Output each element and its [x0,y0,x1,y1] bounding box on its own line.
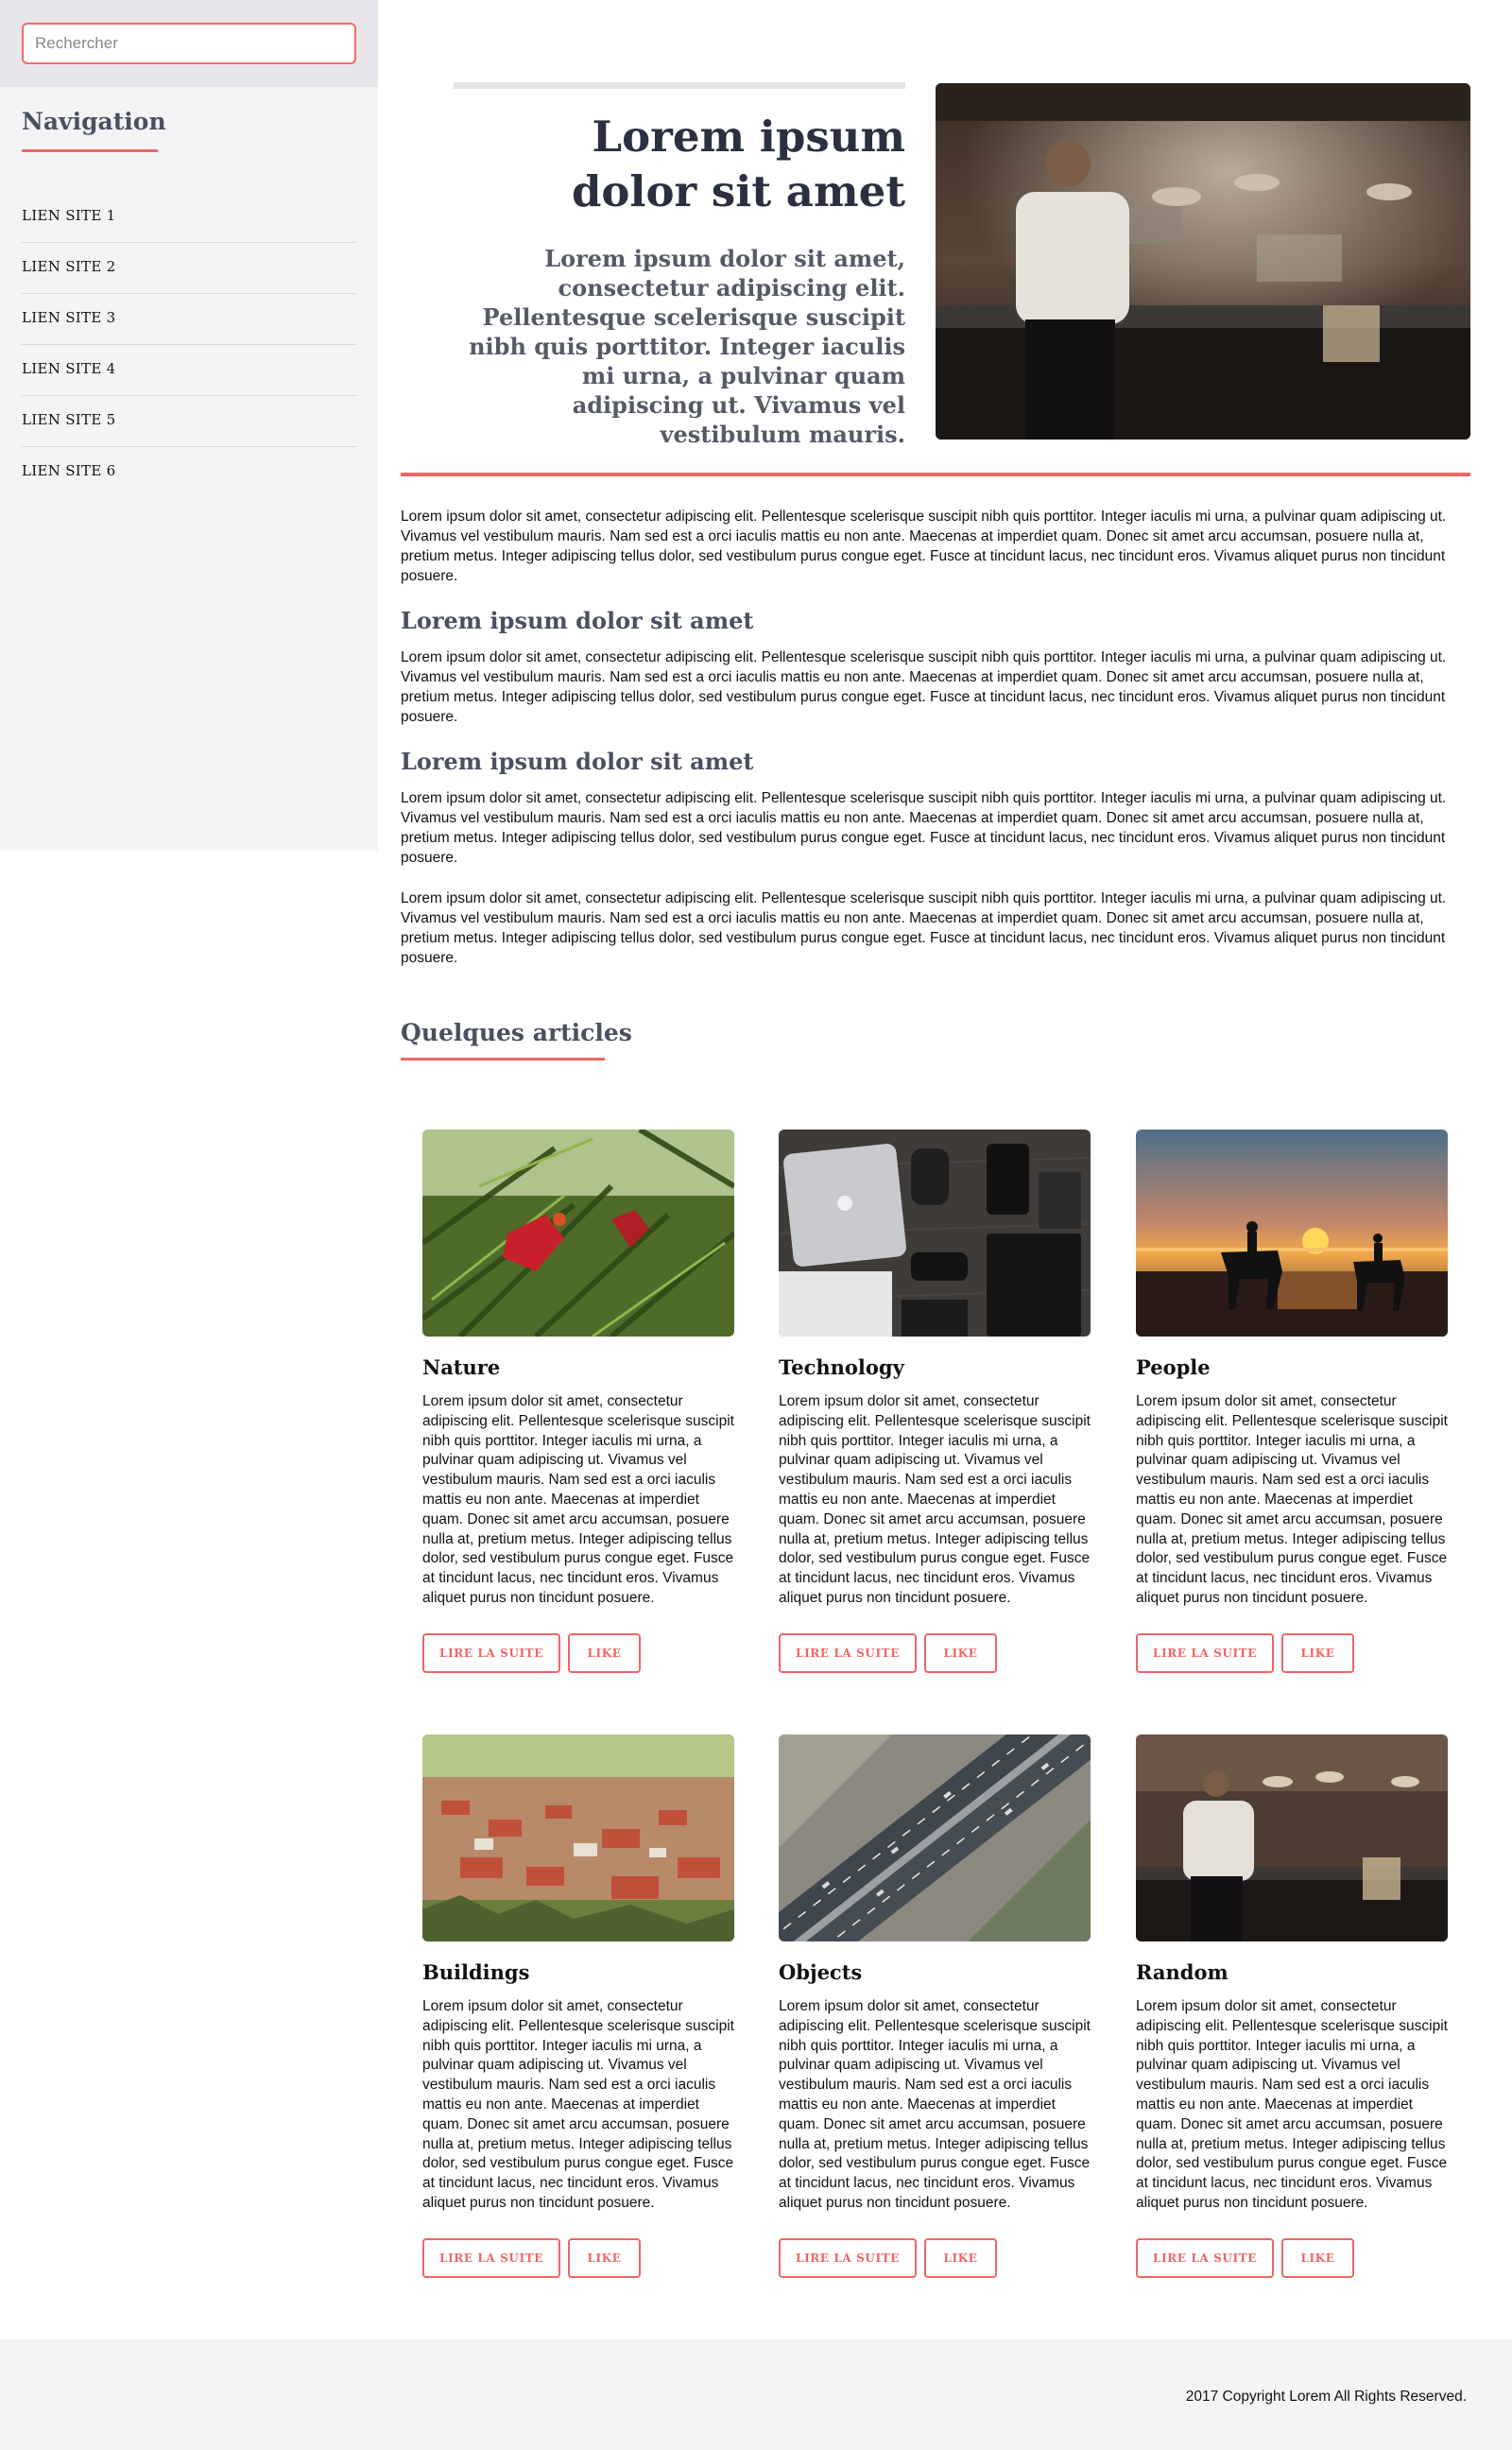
like-button[interactable]: LIKE [568,2237,641,2278]
card-title: Objects [779,1960,863,1984]
card-text: Lorem ipsum dolor sit amet, consectetur … [779,1998,1091,2211]
card-text: Lorem ipsum dolor sit amet, consectetur … [1136,1393,1448,1606]
article-body: Lorem ipsum dolor sit amet, consectetur … [401,507,1470,989]
like-button[interactable]: LIKE [924,1632,997,1673]
search-input[interactable] [22,23,356,64]
card-text: Lorem ipsum dolor sit amet, consectetur … [779,1393,1091,1606]
card-image[interactable] [1136,1734,1448,1941]
nav-link-2[interactable]: LIEN SITE 2 [22,243,356,294]
article-paragraph: Lorem ipsum dolor sit amet, consectetur … [401,649,1447,725]
hero-title: Lorem ipsum dolor sit amet [571,112,905,216]
read-more-button[interactable]: LIRE LA SUITE [779,2237,917,2278]
card-actions: LIRE LA SUITE LIKE [422,2237,734,2278]
article-card-objects: Objects Lorem ipsum dolor sit amet, cons… [779,1734,1091,2278]
card-text: Lorem ipsum dolor sit amet, consectetur … [422,1393,734,1606]
card-image[interactable] [422,1734,734,1941]
like-button[interactable]: LIKE [1281,1632,1354,1673]
article-heading: Lorem ipsum dolor sit amet [401,748,754,775]
card-image[interactable] [779,1734,1091,1941]
card-title: Random [1136,1960,1228,1984]
read-more-button[interactable]: LIRE LA SUITE [422,2237,560,2278]
card-text: Lorem ipsum dolor sit amet, consectetur … [422,1998,734,2211]
read-more-button[interactable]: LIRE LA SUITE [779,1632,917,1673]
footer-copyright: 2017 Copyright Lorem All Rights Reserved… [1185,2389,1467,2405]
article-card-people: People Lorem ipsum dolor sit amet, conse… [1136,1130,1448,1673]
article-paragraph: Lorem ipsum dolor sit amet, consectetur … [401,890,1447,966]
hero-subtitle: Lorem ipsum dolor sit amet, consectetur … [469,245,905,448]
card-text: Lorem ipsum dolor sit amet, consectetur … [1136,1998,1448,2211]
card-image[interactable] [779,1130,1091,1337]
search-bar [0,0,378,87]
nav-title-underline [22,149,158,152]
article-paragraph: Lorem ipsum dolor sit amet, consectetur … [401,509,1447,584]
footer: 2017 Copyright Lorem All Rights Reserved… [0,2339,1512,2450]
hero-image [936,83,1470,440]
hero-top-divider [454,82,905,89]
read-more-button[interactable]: LIRE LA SUITE [1136,1632,1274,1673]
nav-list: LIEN SITE 1 LIEN SITE 2 LIEN SITE 3 LIEN… [22,192,356,498]
hero-divider [401,473,1470,476]
card-actions: LIRE LA SUITE LIKE [779,1632,1091,1673]
card-actions: LIRE LA SUITE LIKE [422,1632,734,1673]
like-button[interactable]: LIKE [568,1632,641,1673]
nav-title: Navigation [22,108,166,135]
articles-title-underline [401,1058,605,1061]
nav-link-6[interactable]: LIEN SITE 6 [22,447,356,498]
article-card-buildings: Buildings Lorem ipsum dolor sit amet, co… [422,1734,734,2278]
article-card-random: Random Lorem ipsum dolor sit amet, conse… [1136,1734,1448,2278]
nav-link-5[interactable]: LIEN SITE 5 [22,396,356,447]
article-heading: Lorem ipsum dolor sit amet [401,607,754,634]
article-card-technology: Technology Lorem ipsum dolor sit amet, c… [779,1130,1091,1673]
card-actions: LIRE LA SUITE LIKE [1136,1632,1448,1673]
card-image[interactable] [422,1130,734,1337]
read-more-button[interactable]: LIRE LA SUITE [1136,2237,1274,2278]
article-card-nature: Nature Lorem ipsum dolor sit amet, conse… [422,1130,734,1673]
card-title: Buildings [422,1960,530,1984]
card-title: Technology [779,1355,904,1379]
card-actions: LIRE LA SUITE LIKE [779,2237,1091,2278]
card-title: People [1136,1355,1211,1379]
like-button[interactable]: LIKE [924,2237,997,2278]
nav-link-1[interactable]: LIEN SITE 1 [22,192,356,243]
read-more-button[interactable]: LIRE LA SUITE [422,1632,560,1673]
nav-link-3[interactable]: LIEN SITE 3 [22,294,356,345]
card-actions: LIRE LA SUITE LIKE [1136,2237,1448,2278]
article-paragraph: Lorem ipsum dolor sit amet, consectetur … [401,790,1447,866]
card-image[interactable] [1136,1130,1448,1337]
card-title: Nature [422,1355,501,1379]
articles-section-title: Quelques articles [401,1019,632,1046]
sidebar: Navigation LIEN SITE 1 LIEN SITE 2 LIEN … [0,0,378,851]
nav-link-4[interactable]: LIEN SITE 4 [22,345,356,396]
like-button[interactable]: LIKE [1281,2237,1354,2278]
